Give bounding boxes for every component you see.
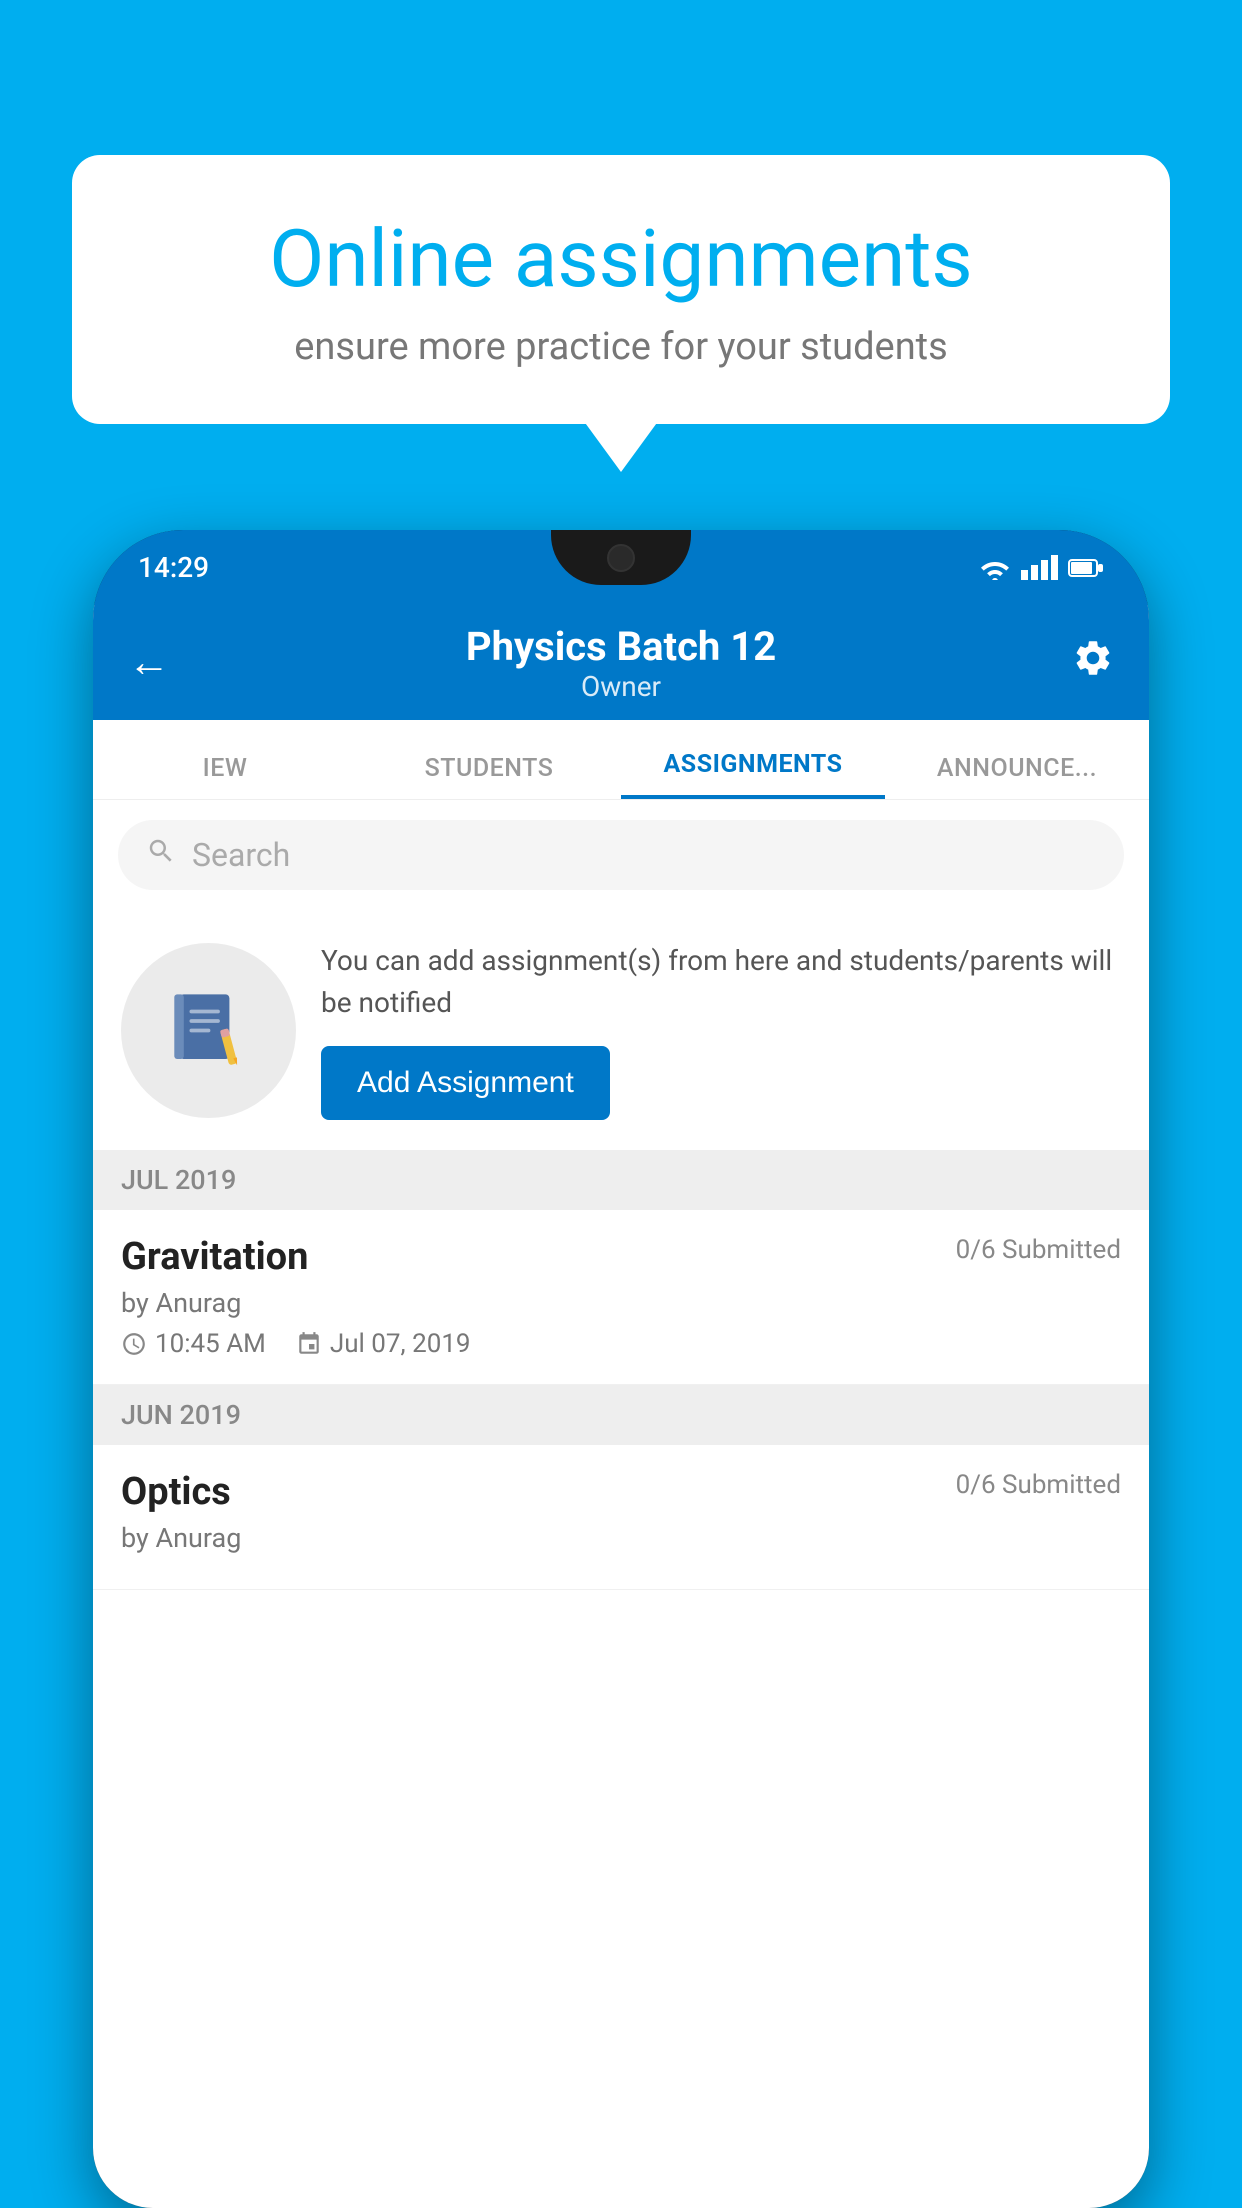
assignment-title-optics: Optics bbox=[121, 1470, 231, 1514]
status-time: 14:29 bbox=[138, 551, 209, 584]
tab-assignments[interactable]: ASSIGNMENTS bbox=[621, 750, 885, 799]
assignment-item-optics[interactable]: Optics 0/6 Submitted by Anurag bbox=[93, 1445, 1149, 1590]
promo-content: You can add assignment(s) from here and … bbox=[321, 940, 1121, 1120]
promo-text: You can add assignment(s) from here and … bbox=[321, 940, 1121, 1024]
batch-subtitle: Owner bbox=[170, 670, 1072, 703]
tab-iew[interactable]: IEW bbox=[93, 754, 357, 799]
batch-title: Physics Batch 12 bbox=[170, 623, 1072, 670]
app-header: ← Physics Batch 12 Owner bbox=[93, 605, 1149, 720]
section-jul-2019: JUL 2019 bbox=[93, 1150, 1149, 1210]
section-jun-2019: JUN 2019 bbox=[93, 1385, 1149, 1445]
date-value: Jul 07, 2019 bbox=[330, 1329, 471, 1359]
settings-button[interactable] bbox=[1072, 637, 1114, 689]
status-bar: 14:29 bbox=[93, 530, 1149, 605]
assignment-title: Gravitation bbox=[121, 1235, 308, 1279]
bubble-subtitle: ensure more practice for your students bbox=[142, 325, 1100, 369]
tab-announcements[interactable]: ANNOUNCE... bbox=[885, 754, 1149, 799]
assignment-date: Jul 07, 2019 bbox=[296, 1329, 471, 1359]
speech-bubble-container: Online assignments ensure more practice … bbox=[72, 155, 1170, 424]
assignment-item-gravitation[interactable]: Gravitation 0/6 Submitted by Anurag 10:4… bbox=[93, 1210, 1149, 1385]
assignment-header: Gravitation 0/6 Submitted bbox=[121, 1235, 1121, 1279]
search-container: Search bbox=[93, 800, 1149, 910]
tab-students[interactable]: STUDENTS bbox=[357, 754, 621, 799]
promo-area: You can add assignment(s) from here and … bbox=[93, 910, 1149, 1150]
search-icon bbox=[146, 836, 176, 874]
time-value: 10:45 AM bbox=[155, 1329, 266, 1359]
promo-icon-circle bbox=[121, 943, 296, 1118]
notebook-icon bbox=[161, 983, 256, 1078]
app-screen: ← Physics Batch 12 Owner IEW STUDENTS AS… bbox=[93, 605, 1149, 2208]
wifi-icon bbox=[979, 556, 1011, 580]
status-icons bbox=[979, 555, 1104, 580]
add-assignment-button[interactable]: Add Assignment bbox=[321, 1046, 610, 1120]
calendar-icon bbox=[296, 1331, 322, 1357]
assignment-header-optics: Optics 0/6 Submitted bbox=[121, 1470, 1121, 1514]
header-center: Physics Batch 12 Owner bbox=[170, 623, 1072, 703]
signal-icon bbox=[1021, 555, 1058, 580]
tabs-bar: IEW STUDENTS ASSIGNMENTS ANNOUNCE... bbox=[93, 720, 1149, 800]
assignment-submitted-optics: 0/6 Submitted bbox=[956, 1470, 1121, 1500]
assignment-meta: 10:45 AM Jul 07, 2019 bbox=[121, 1329, 1121, 1359]
battery-icon bbox=[1068, 557, 1104, 579]
speech-bubble: Online assignments ensure more practice … bbox=[72, 155, 1170, 424]
front-camera bbox=[607, 544, 635, 572]
search-placeholder: Search bbox=[192, 836, 290, 874]
phone-notch bbox=[551, 530, 691, 585]
back-button[interactable]: ← bbox=[128, 638, 170, 687]
assignment-submitted: 0/6 Submitted bbox=[956, 1235, 1121, 1265]
clock-icon bbox=[121, 1331, 147, 1357]
search-bar[interactable]: Search bbox=[118, 820, 1124, 890]
assignment-author: by Anurag bbox=[121, 1287, 1121, 1319]
assignment-time: 10:45 AM bbox=[121, 1329, 266, 1359]
phone-mockup: 14:29 ← Physic bbox=[93, 530, 1149, 2208]
bubble-title: Online assignments bbox=[142, 215, 1100, 303]
assignment-author-optics: by Anurag bbox=[121, 1522, 1121, 1554]
